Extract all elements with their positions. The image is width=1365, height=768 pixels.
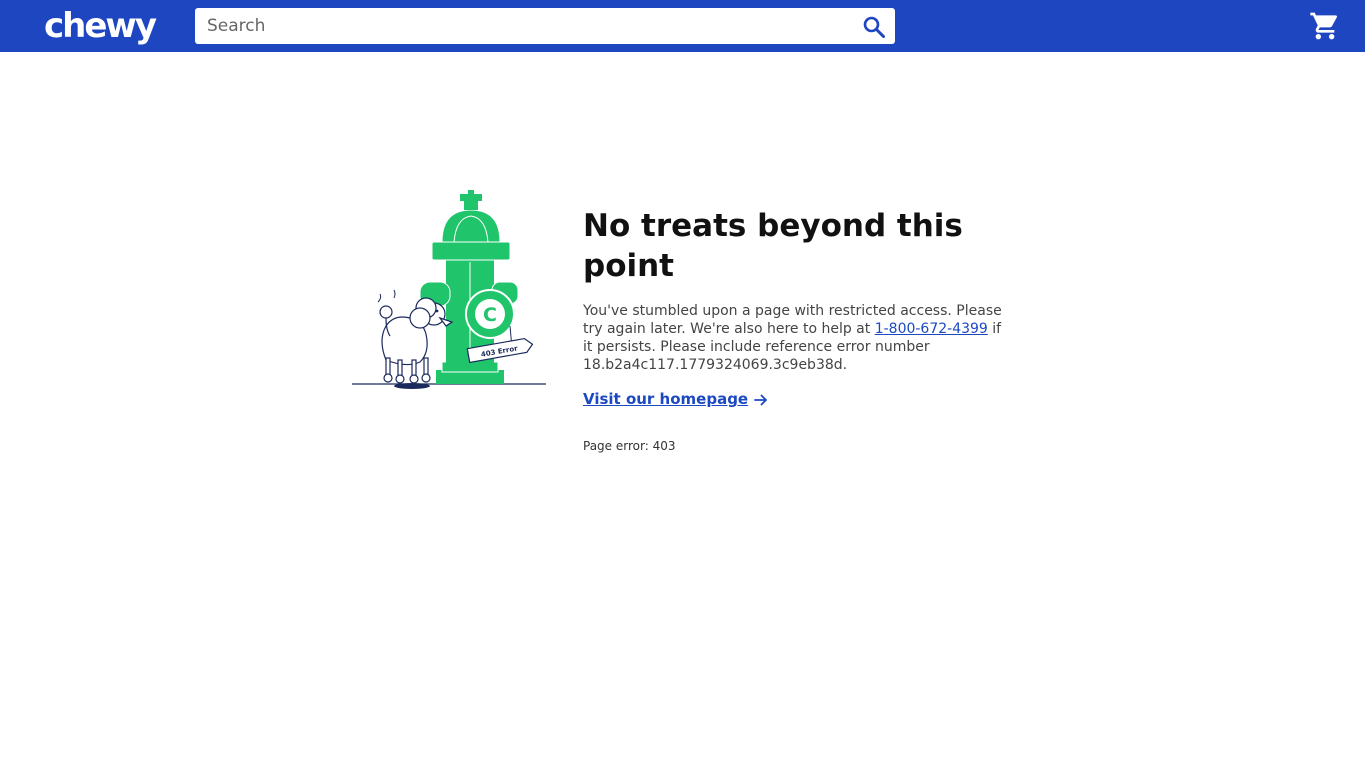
- chewy-logo-mark: chewy: [44, 6, 159, 46]
- cart-icon: [1310, 12, 1338, 40]
- search-input[interactable]: [195, 8, 845, 44]
- chewy-logo[interactable]: chewy: [42, 4, 162, 48]
- top-nav-bar: chewy: [0, 0, 1365, 52]
- visit-homepage-link[interactable]: Visit our homepage: [583, 390, 768, 408]
- page-error-code: Page error: 403: [583, 439, 676, 453]
- hydrant-letter: C: [483, 304, 497, 326]
- support-phone-link[interactable]: 1-800-672-4399: [875, 321, 988, 337]
- page-title: No treats beyond this point: [583, 208, 963, 284]
- logo-text: chewy: [44, 6, 157, 46]
- search-icon: [863, 16, 885, 38]
- error-message: You've stumbled upon a page with restric…: [583, 302, 1013, 374]
- search-bar: [195, 8, 895, 44]
- cart-button[interactable]: [1309, 10, 1343, 42]
- visit-homepage-label: Visit our homepage: [583, 390, 749, 408]
- error-content: No treats beyond this point You've stumb…: [583, 206, 1013, 454]
- hydrant-illustration: C 403 Error: [352, 190, 546, 389]
- arrow-right-icon: [754, 393, 768, 407]
- poodle-hydrant-illustration: C 403 Error: [350, 190, 550, 395]
- search-button[interactable]: [859, 12, 889, 40]
